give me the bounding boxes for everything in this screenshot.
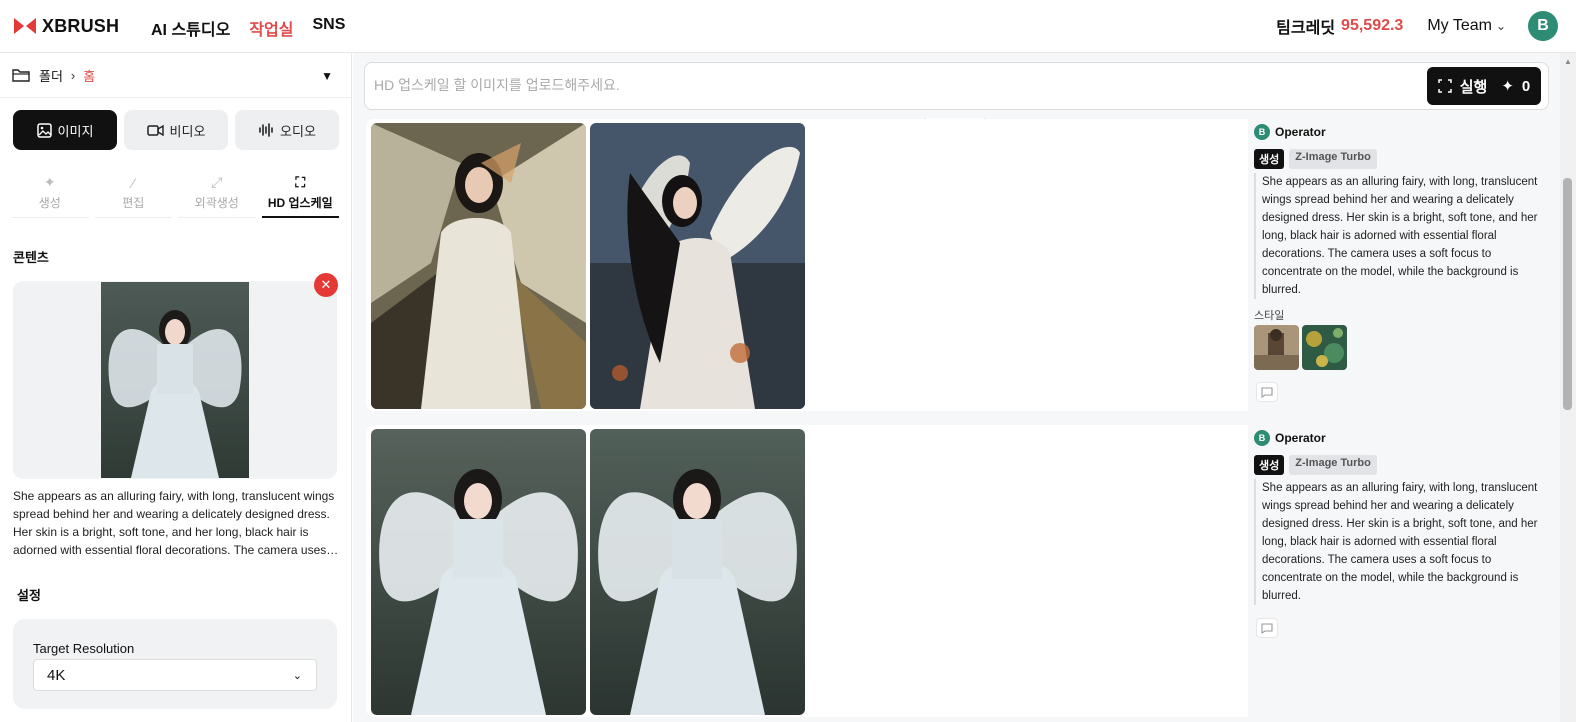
comment-button[interactable] (1256, 382, 1278, 402)
tab-video[interactable]: 비디오 (124, 110, 228, 150)
bowtie-logo-icon (14, 18, 36, 34)
scroll-up-arrow-icon[interactable]: ▲ (1564, 57, 1572, 66)
brand-name: XBRUSH (42, 15, 120, 36)
result-card: B Operator 생성 Z-Image Turbo She appears … (366, 425, 1542, 717)
content-description: She appears as an alluring fairy, with l… (13, 489, 337, 557)
tab-video-label: 비디오 (169, 123, 206, 139)
operator-row: B Operator (1254, 124, 1326, 140)
comment-icon (1261, 386, 1273, 398)
close-icon: ✕ (320, 277, 332, 292)
sidebar: 폴더 › 홈 ▼ 이미지 비디오 오디오 ✦ 생성 ⁄ 편집 ⤢ 외곽생성 ⛶ … (0, 53, 352, 722)
comment-button[interactable] (1256, 618, 1278, 638)
content-section-title: 콘텐츠 (13, 250, 49, 265)
caret-down-icon[interactable]: ▼ (321, 69, 333, 83)
audio-wave-icon (259, 123, 273, 137)
style-thumbnail[interactable] (1302, 325, 1347, 370)
nav-item-workroom[interactable]: 작업실 (249, 16, 293, 40)
style-label: 스타일 (1254, 310, 1285, 322)
mode-badge: 생성 (1254, 149, 1285, 169)
tab-audio-label: 오디오 (280, 123, 316, 139)
operator-avatar: B (1254, 430, 1270, 446)
result-image[interactable] (590, 429, 805, 715)
tab-image[interactable]: 이미지 (13, 110, 117, 150)
main-area: 실행 ✦ 0 ▲ (353, 53, 1560, 722)
top-bar: XBRUSH AI 스튜디오 작업실 SNS 팀크레딧 95,592.3 My … (0, 0, 1576, 53)
header-right: 팀크레딧 95,592.3 My Team ⌄ B (1276, 11, 1558, 41)
sparkle-icon: ✦ (43, 174, 56, 190)
upscale-icon: ⛶ (295, 173, 306, 190)
target-resolution-select[interactable]: 4K ⌄ (33, 659, 317, 691)
team-selector[interactable]: My Team (1427, 17, 1492, 35)
mode-badge: 생성 (1254, 455, 1285, 475)
target-resolution-label: Target Resolution (33, 641, 135, 656)
scrollbar-thumb[interactable] (1563, 178, 1572, 410)
operator-row: B Operator (1254, 430, 1326, 446)
style-thumbnails (1254, 325, 1347, 370)
result-image[interactable] (371, 429, 586, 715)
result-badges: 생성 Z-Image Turbo (1254, 149, 1377, 169)
chevron-right-icon: › (70, 67, 76, 83)
tab-generate-label: 생성 (38, 196, 61, 210)
content-thumbnail (101, 282, 249, 478)
tab-hd-upscale[interactable]: ⛶ HD 업스케일 (261, 168, 339, 218)
tab-hd-upscale-label: HD 업스케일 (267, 195, 333, 210)
run-cost: 0 (1521, 77, 1531, 95)
run-button-label: 실행 (1459, 78, 1488, 96)
tab-outpaint-label: 외곽생성 (194, 196, 239, 210)
style-thumbnail[interactable] (1254, 325, 1299, 370)
content-upload-card[interactable]: ✕ (13, 273, 338, 479)
credit-value: 95,592.3 (1341, 17, 1404, 34)
tab-edit-label: 편집 (122, 195, 145, 210)
upscale-icon (1437, 79, 1452, 93)
image-tool-tabs: ✦ 생성 ⁄ 편집 ⤢ 외곽생성 ⛶ HD 업스케일 (8, 168, 342, 218)
settings-card: Target Resolution 4K ⌄ (13, 619, 337, 709)
settings-section-title: 설정 (17, 588, 41, 603)
result-card: B Operator 생성 Z-Image Turbo She appears … (366, 119, 1542, 411)
breadcrumb-home[interactable]: 홈 (83, 66, 95, 85)
target-resolution-value: 4K (47, 666, 66, 684)
model-badge: Z-Image Turbo (1289, 455, 1377, 475)
tab-generate[interactable]: ✦ 생성 (11, 168, 89, 218)
result-prompt: She appears as an alluring fairy, with l… (1254, 173, 1538, 299)
comment-icon (1261, 622, 1273, 634)
nav-item-ai-studio[interactable]: AI 스튜디오 (151, 16, 230, 40)
folder-breadcrumb[interactable]: 폴더 › 홈 ▼ (0, 53, 351, 98)
chevron-down-icon: ⌄ (292, 670, 302, 682)
folder-icon (12, 69, 30, 82)
chevron-down-icon[interactable]: ⌄ (1496, 19, 1506, 33)
result-info-panel: B Operator 생성 Z-Image Turbo She appears … (1248, 119, 1542, 411)
image-icon (36, 122, 52, 138)
magic-wand-icon: ⁄ (132, 174, 135, 191)
credit-label: 팀크레딧 (1276, 20, 1336, 37)
prompt-bar: 실행 ✦ 0 (364, 62, 1549, 110)
expand-icon: ⤢ (211, 174, 223, 190)
tab-audio[interactable]: 오디오 (235, 110, 339, 150)
tab-outpaint[interactable]: ⤢ 외곽생성 (178, 168, 256, 218)
tab-edit[interactable]: ⁄ 편집 (94, 168, 172, 218)
nav-item-sns[interactable]: SNS (313, 16, 346, 40)
prompt-input[interactable] (374, 77, 1274, 93)
brand-logo[interactable]: XBRUSH (14, 14, 119, 38)
tab-image-label: 이미지 (57, 123, 94, 139)
breadcrumb-folder[interactable]: 폴더 (39, 66, 63, 85)
result-image[interactable] (371, 123, 586, 409)
media-type-tabs: 이미지 비디오 오디오 (13, 110, 339, 150)
result-prompt: She appears as an alluring fairy, with l… (1254, 479, 1538, 605)
main-scrollbar[interactable]: ▲ (1560, 53, 1576, 722)
model-badge: Z-Image Turbo (1289, 149, 1377, 169)
remove-content-button[interactable]: ✕ (314, 273, 338, 297)
operator-name: Operator (1275, 125, 1326, 139)
user-avatar[interactable]: B (1528, 11, 1558, 41)
video-icon (146, 124, 164, 136)
result-badges: 생성 Z-Image Turbo (1254, 455, 1377, 475)
operator-name: Operator (1275, 431, 1326, 445)
run-button[interactable]: 실행 ✦ 0 (1427, 67, 1541, 105)
result-info-panel: B Operator 생성 Z-Image Turbo She appears … (1248, 425, 1542, 717)
main-nav: AI 스튜디오 작업실 SNS (151, 16, 345, 40)
operator-avatar: B (1254, 124, 1270, 140)
sparkle-icon: ✦ (1501, 78, 1514, 95)
result-image[interactable] (590, 123, 805, 409)
